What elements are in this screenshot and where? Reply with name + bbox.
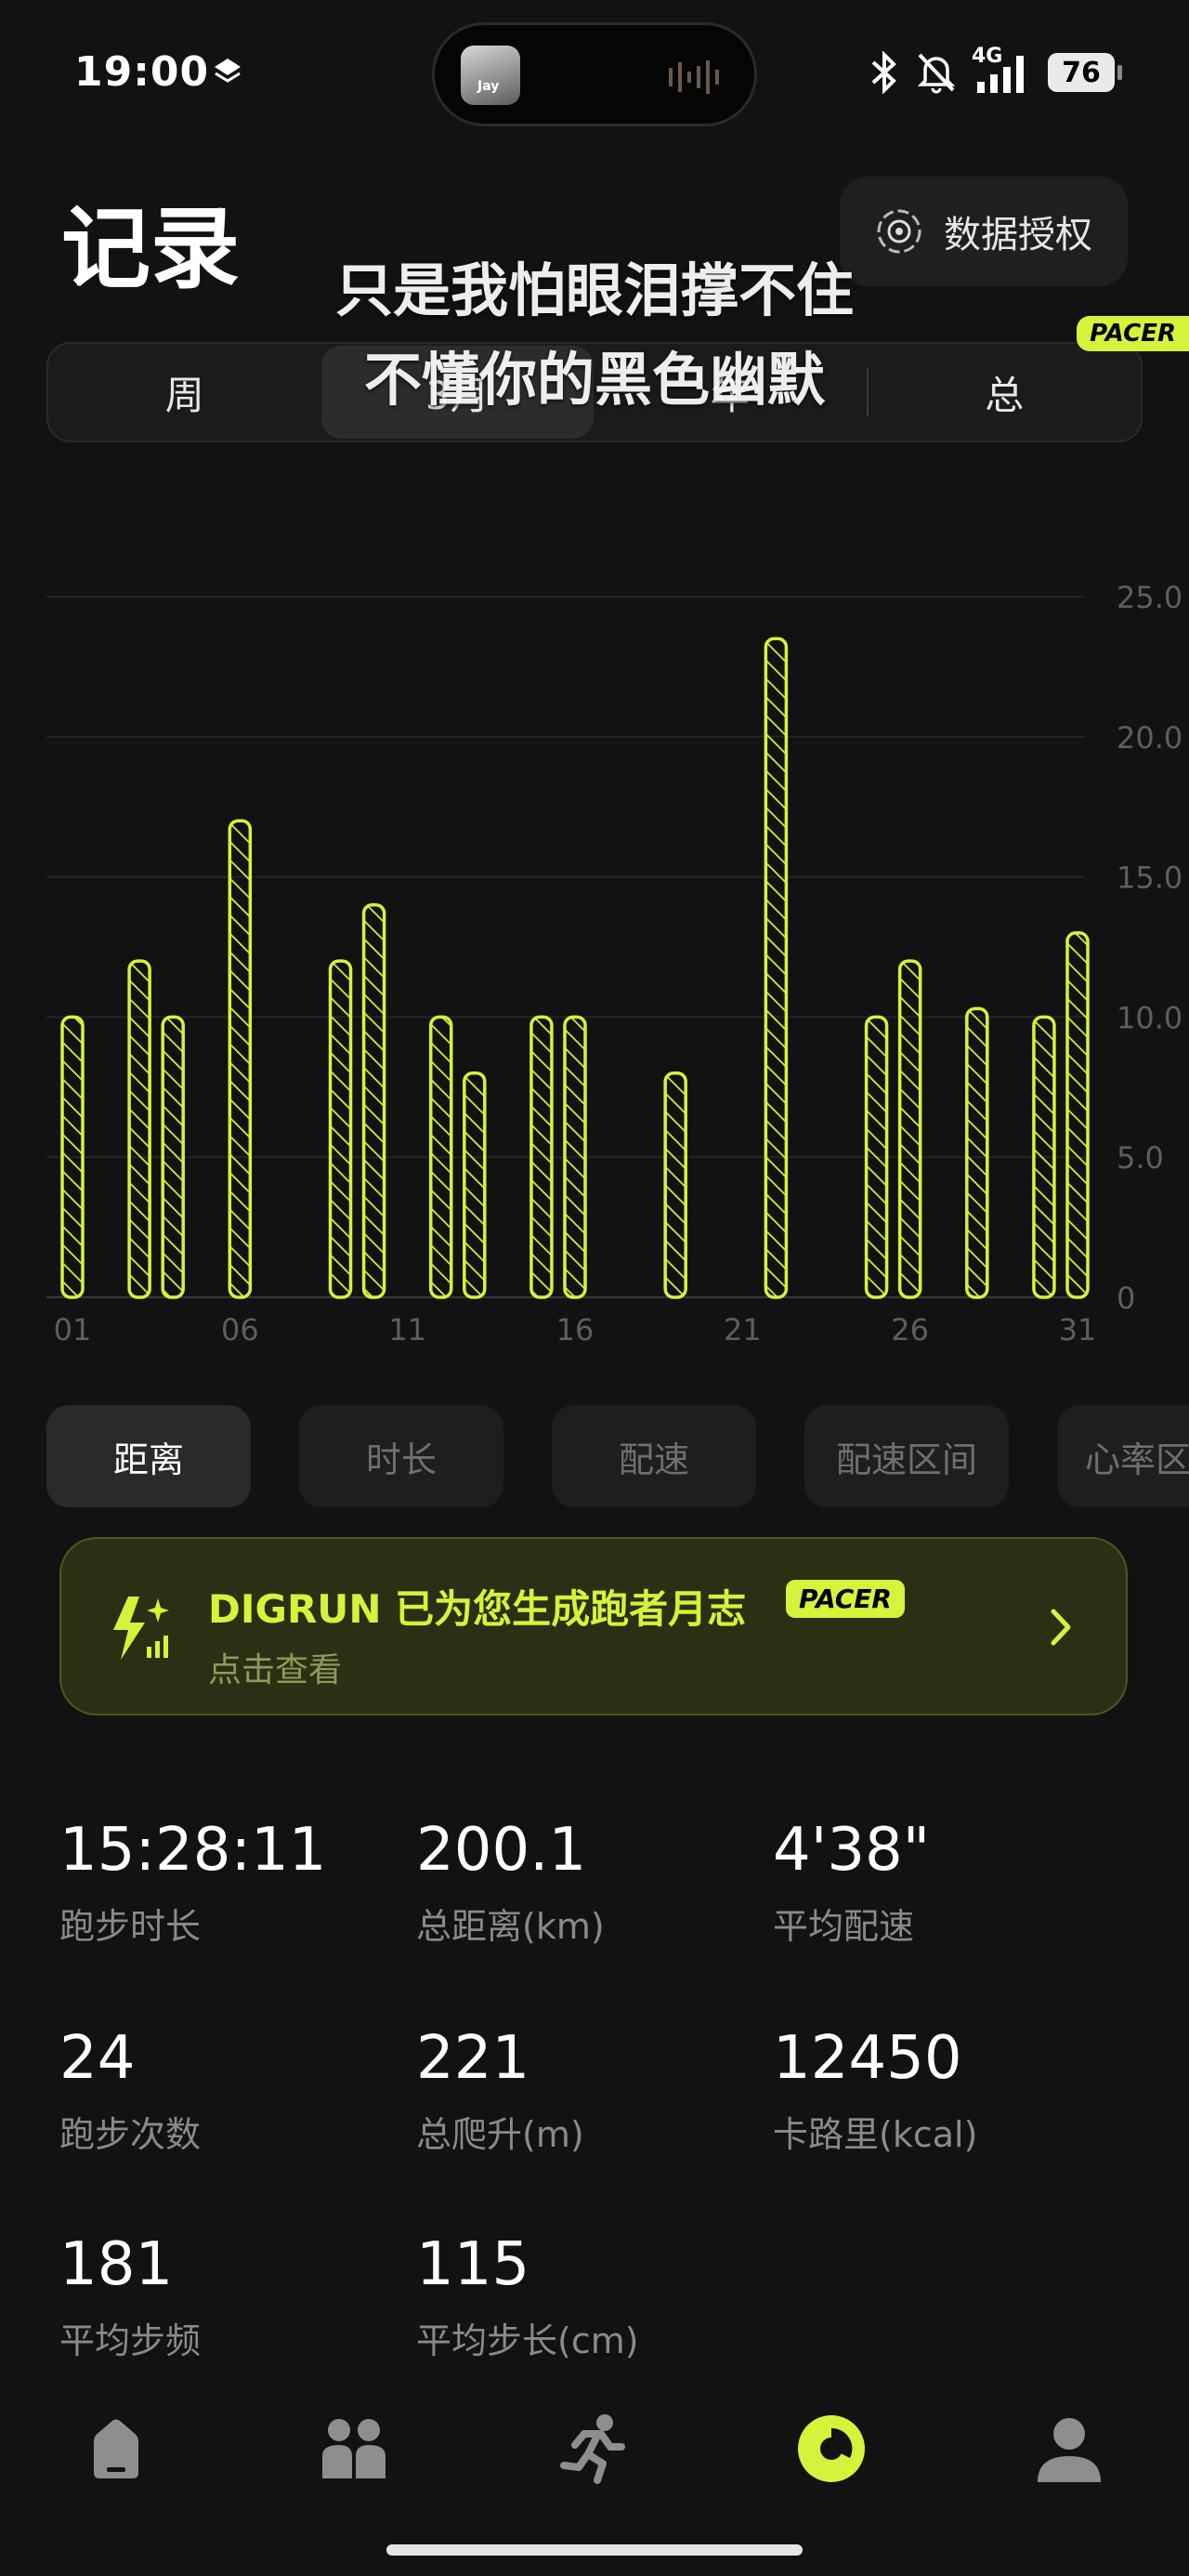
stat-value: 115 <box>416 2230 530 2299</box>
bar-day-28[interactable] <box>965 1006 989 1299</box>
friends-icon <box>322 2419 385 2478</box>
home-icon <box>94 2419 138 2478</box>
stat-label: 卡路里(kcal) <box>773 2114 978 2155</box>
album-art: Jay <box>461 46 520 105</box>
lyric-line-2: 不懂你的黑色幽默 <box>363 346 825 414</box>
bar-day-12[interactable] <box>428 1015 453 1299</box>
battery-level: 76 <box>1062 56 1101 89</box>
x-tick-label: 16 <box>556 1312 594 1347</box>
metric-tab-distance[interactable]: 距离 <box>46 1405 251 1507</box>
stat-average-pace: 4'38" 平均配速 <box>773 1816 930 1949</box>
chevron-right-icon <box>1051 1609 1071 1646</box>
metric-tab-duration[interactable]: 时长 <box>299 1405 503 1507</box>
running-icon <box>560 2414 625 2484</box>
nav-home[interactable] <box>74 2407 158 2491</box>
nav-profile[interactable] <box>1027 2407 1111 2491</box>
profile-icon <box>1038 2418 1101 2482</box>
y-tick-label: 0 <box>1117 1281 1135 1316</box>
stat-total-distance: 200.1 总距离(km) <box>416 1816 605 1949</box>
bar-day-25[interactable] <box>864 1015 889 1299</box>
stat-total-elevation: 221 总爬升(m) <box>416 2024 584 2157</box>
bottom-nav <box>0 2379 1189 2509</box>
x-tick-label: 01 <box>54 1312 92 1347</box>
bar-day-1[interactable] <box>60 1015 85 1299</box>
y-tick-label: 10.0 <box>1117 1000 1182 1035</box>
x-tick-label: 06 <box>221 1312 259 1347</box>
album-art-text: Jay <box>477 79 500 94</box>
stats-icon <box>798 2415 865 2482</box>
status-time: 19:00 <box>74 48 210 96</box>
bar-day-3[interactable] <box>127 959 151 1299</box>
distance-bar-chart: 0 5.0 10.0 15.0 20.0 25.0 01 06 11 16 21 26 31 <box>46 580 1182 1347</box>
banner-subtitle: 点击查看 <box>208 1651 343 1689</box>
bar-day-9[interactable] <box>328 959 353 1299</box>
stat-value: 15:28:11 <box>59 1816 327 1885</box>
y-tick-label: 20.0 <box>1117 720 1182 756</box>
x-tick-label: 26 <box>891 1312 929 1347</box>
banner-pacer-badge: PACER <box>786 1580 905 1618</box>
stat-label: 平均步频 <box>59 2320 202 2361</box>
bluetooth-icon <box>871 51 896 94</box>
y-tick-label: 5.0 <box>1117 1140 1164 1176</box>
bar-day-26[interactable] <box>897 959 922 1299</box>
nav-friends[interactable] <box>312 2407 396 2491</box>
layers-icon <box>215 59 241 83</box>
x-tick-label: 21 <box>724 1312 762 1347</box>
signal-icon: 4G <box>972 45 1033 95</box>
metric-tab-pace-zones[interactable]: 配速区间 <box>804 1405 1009 1507</box>
stat-run-count: 24 跑步次数 <box>59 2024 201 2157</box>
y-tick-label: 25.0 <box>1117 580 1182 615</box>
home-indicator <box>386 2544 803 2556</box>
stat-value: 221 <box>416 2024 530 2093</box>
bar-day-10[interactable] <box>361 903 386 1299</box>
stat-value: 12450 <box>773 2024 962 2093</box>
bar-day-4[interactable] <box>161 1015 185 1299</box>
stat-label: 总爬升(m) <box>416 2114 584 2155</box>
audio-wave-icon <box>669 60 719 94</box>
status-icons: 4G 76 <box>868 45 1122 100</box>
stat-value: 24 <box>59 2024 136 2093</box>
stat-average-cadence: 181 平均步频 <box>59 2230 201 2363</box>
bar-day-19[interactable] <box>663 1071 687 1299</box>
stat-value: 200.1 <box>416 1816 587 1885</box>
lyric-line-1: 只是我怕眼泪撑不住 <box>334 256 854 324</box>
stat-label: 总距离(km) <box>416 1906 605 1947</box>
stat-label: 跑步次数 <box>59 2114 202 2155</box>
banner-title: DIGRUN 已为您生成跑者月志 <box>208 1586 747 1632</box>
x-tick-label: 31 <box>1059 1312 1097 1347</box>
metric-tab-heart-rate-zones[interactable]: 心率区间 <box>1057 1405 1189 1507</box>
stat-label: 跑步时长 <box>59 1906 202 1947</box>
monthly-report-banner[interactable]: DIGRUN 已为您生成跑者月志 PACER 点击查看 <box>59 1537 1128 1715</box>
bell-off-icon <box>917 53 956 94</box>
dynamic-island-now-playing[interactable]: Jay <box>432 22 757 126</box>
bar-day-13[interactable] <box>463 1071 487 1299</box>
bar-day-6[interactable] <box>228 819 253 1299</box>
spark-icon <box>113 1597 169 1660</box>
stat-value: 181 <box>59 2230 174 2299</box>
battery-icon: 76 <box>1048 53 1122 92</box>
metric-tab-pace[interactable]: 配速 <box>552 1405 756 1507</box>
nav-run[interactable] <box>552 2407 635 2491</box>
nav-stats[interactable] <box>790 2407 873 2491</box>
bar-day-22[interactable] <box>764 637 789 1299</box>
stat-run-duration: 15:28:11 跑步时长 <box>59 1816 326 1949</box>
bar-day-15[interactable] <box>529 1015 554 1299</box>
stat-calories: 12450 卡路里(kcal) <box>773 2024 977 2157</box>
stat-label: 平均步长(cm) <box>416 2320 639 2361</box>
y-tick-label: 15.0 <box>1117 861 1182 896</box>
stat-value: 4'38" <box>773 1816 931 1885</box>
stat-average-stride: 115 平均步长(cm) <box>416 2230 639 2363</box>
x-tick-label: 11 <box>388 1312 426 1347</box>
metric-tabs: 距离 时长 配速 配速区间 心率区间 <box>46 1405 1189 1507</box>
bar-day-30[interactable] <box>1032 1015 1056 1299</box>
bar-day-16[interactable] <box>563 1015 587 1299</box>
stat-label: 平均配速 <box>773 1906 915 1947</box>
bar-day-31[interactable] <box>1065 931 1090 1299</box>
